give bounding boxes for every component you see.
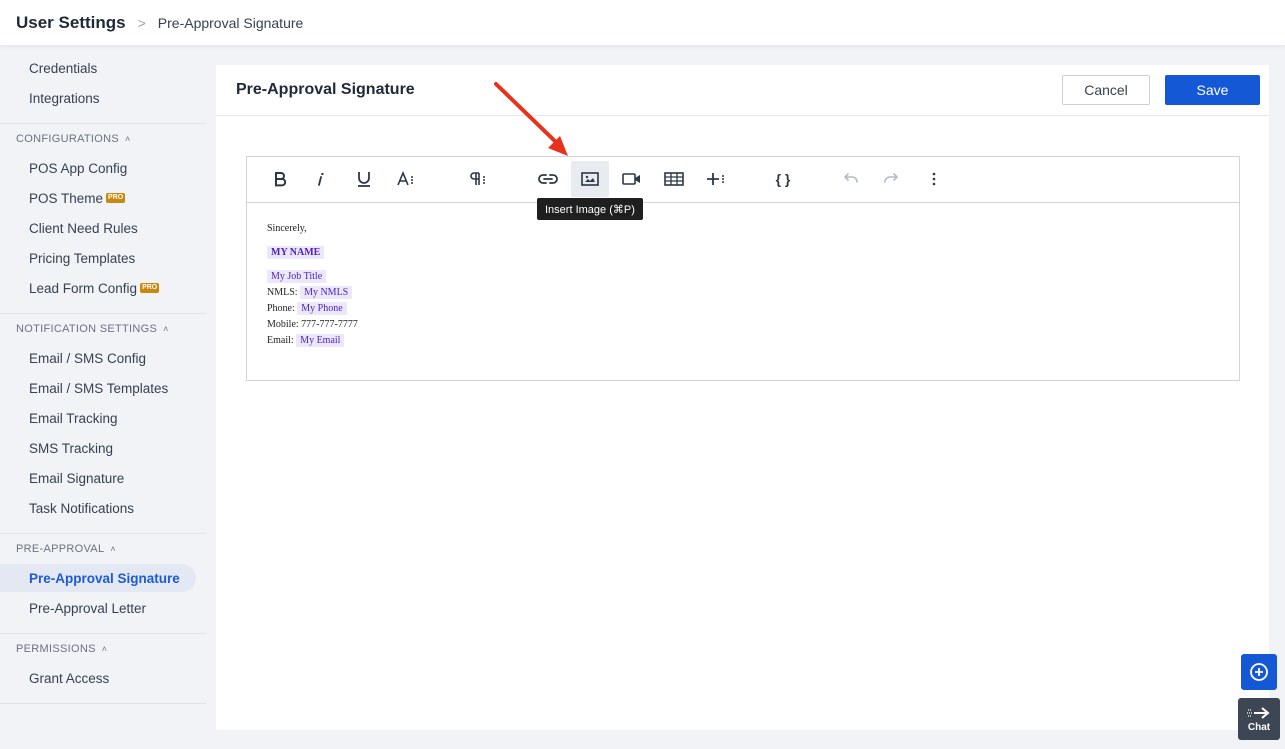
sidebar-item-email-tracking[interactable]: Email Tracking xyxy=(0,404,196,432)
sidebar-item-pre-approval-signature[interactable]: Pre-Approval Signature xyxy=(0,564,196,592)
chevron-up-icon: ˄ xyxy=(163,324,169,334)
chat-button[interactable]: Chat xyxy=(1238,698,1280,740)
editor-toolbar: { } xyxy=(247,157,1239,203)
panel-title: Pre-Approval Signature xyxy=(236,81,415,98)
job-title-placeholder-tag[interactable]: My Job Title xyxy=(267,270,327,283)
sidebar-divider xyxy=(0,123,206,124)
sidebar-divider xyxy=(0,313,206,314)
breadcrumb-current: Pre-Approval Signature xyxy=(157,14,304,31)
sidebar-item-label: Email / SMS Templates xyxy=(29,380,169,396)
sidebar-item-label: Credentials xyxy=(29,60,98,76)
breadcrumb-separator: > xyxy=(137,14,146,31)
section-heading-configurations[interactable]: CONFIGURATIONS ˄ xyxy=(16,133,131,145)
sidebar-item-credentials[interactable]: Credentials xyxy=(0,54,196,82)
phone-placeholder-tag[interactable]: My Phone xyxy=(297,302,347,315)
sidebar-item-pricing-templates[interactable]: Pricing Templates xyxy=(0,244,196,272)
sidebar-item-email-sms-templates[interactable]: Email / SMS Templates xyxy=(0,374,196,402)
sidebar-item-task-notifications[interactable]: Task Notifications xyxy=(0,494,196,522)
sidebar-item-grant-access[interactable]: Grant Access xyxy=(0,664,196,692)
section-heading-label: PERMISSIONS xyxy=(16,643,96,655)
pro-badge: PRO xyxy=(140,283,160,293)
add-floating-button[interactable] xyxy=(1241,654,1277,690)
sidebar-item-label: Grant Access xyxy=(29,670,110,686)
sidebar-item-label: Integrations xyxy=(29,90,100,106)
sidebar-item-email-sms-config[interactable]: Email / SMS Config xyxy=(0,344,196,372)
sidebar-item-label: Pre-Approval Signature xyxy=(29,570,180,586)
sidebar-item-label: Client Need Rules xyxy=(29,220,138,236)
bold-icon[interactable] xyxy=(261,161,299,197)
video-icon[interactable] xyxy=(613,161,651,197)
chevron-up-icon: ˄ xyxy=(101,644,108,654)
email-placeholder-tag[interactable]: My Email xyxy=(296,334,345,347)
sidebar-item-label: SMS Tracking xyxy=(29,440,114,456)
tooltip-insert-image: Insert Image (⌘P) xyxy=(537,198,643,220)
chat-arrow-icon xyxy=(1247,707,1270,719)
pro-badge: PRO xyxy=(106,193,126,203)
sidebar-item-label: Task Notifications xyxy=(29,500,135,516)
chevron-up-icon: ˄ xyxy=(110,544,116,554)
section-heading-label: NOTIFICATION SETTINGS xyxy=(16,323,158,335)
undo-icon[interactable] xyxy=(831,161,869,197)
page-title: User Settings xyxy=(16,12,126,32)
sidebar-item-label: Email / SMS Config xyxy=(29,350,147,366)
main-panel: Pre-Approval Signature Cancel Save {} I… xyxy=(216,65,1269,730)
plus-circle-icon xyxy=(1250,663,1268,681)
redo-icon[interactable] xyxy=(873,161,911,197)
sidebar-item-pos-app-config[interactable]: POS App Config xyxy=(0,154,196,182)
email-label: Email: xyxy=(267,335,294,346)
more-vertical-icon[interactable] xyxy=(915,161,953,197)
section-heading-notification-settings[interactable]: NOTIFICATION SETTINGS ˄ xyxy=(16,323,169,335)
nmls-label: NMLS: xyxy=(267,287,298,298)
sidebar-item-lead-form-config[interactable]: Lead Form Config PRO xyxy=(0,274,196,302)
mobile-line: Mobile: 777-777-7777 xyxy=(267,319,358,330)
chevron-up-icon: ˄ xyxy=(125,134,131,144)
cancel-button[interactable]: Cancel xyxy=(1062,75,1150,105)
table-icon[interactable] xyxy=(655,161,693,197)
sidebar-divider xyxy=(0,703,206,704)
annotation-arrow-icon xyxy=(494,82,568,156)
rich-text-editor[interactable]: { } Insert Image (⌘P) Sincerely, MY NAME… xyxy=(246,156,1240,381)
code-braces-icon[interactable]: { } xyxy=(764,161,802,197)
sidebar-divider xyxy=(0,533,206,534)
sidebar-item-label: POS App Config xyxy=(29,160,128,176)
sidebar-item-label: POS Theme xyxy=(29,190,104,206)
name-placeholder-tag[interactable]: MY NAME xyxy=(267,246,325,259)
sidebar-item-label: Email Signature xyxy=(29,470,125,486)
section-heading-permissions[interactable]: PERMISSIONS ˄ xyxy=(16,643,107,655)
italic-icon[interactable] xyxy=(303,161,341,197)
font-size-icon[interactable] xyxy=(387,161,425,197)
sidebar-item-label: Pricing Templates xyxy=(29,250,136,266)
sidebar-item-label: Lead Form Config xyxy=(29,280,138,296)
sidebar-item-label: Pre-Approval Letter xyxy=(29,600,147,616)
section-heading-label: CONFIGURATIONS xyxy=(16,133,119,145)
section-heading-label: PRE-APPROVAL xyxy=(16,543,105,555)
sidebar-item-integrations[interactable]: Integrations xyxy=(0,84,196,112)
sidebar-item-client-need-rules[interactable]: Client Need Rules xyxy=(0,214,196,242)
insert-more-icon[interactable] xyxy=(697,161,735,197)
sidebar-item-email-signature[interactable]: Email Signature xyxy=(0,464,196,492)
section-heading-pre-approval[interactable]: PRE-APPROVAL ˄ xyxy=(16,543,116,555)
panel-header: Pre-Approval Signature Cancel Save xyxy=(216,65,1269,116)
nmls-placeholder-tag[interactable]: My NMLS xyxy=(300,286,353,299)
closing-text: Sincerely, xyxy=(267,223,307,234)
save-button[interactable]: Save xyxy=(1165,75,1260,105)
sidebar-item-sms-tracking[interactable]: SMS Tracking xyxy=(0,434,196,462)
sidebar-item-pos-theme[interactable]: POS Theme PRO xyxy=(0,184,196,212)
top-bar: User Settings > Pre-Approval Signature xyxy=(0,0,1285,45)
sidebar: Credentials Integrations CONFIGURATIONS ˄… xyxy=(0,45,206,749)
sidebar-item-pre-approval-letter[interactable]: Pre-Approval Letter xyxy=(0,594,196,622)
chat-label: Chat xyxy=(1247,722,1271,733)
underline-icon[interactable] xyxy=(345,161,383,197)
sidebar-divider xyxy=(0,633,206,634)
phone-label: Phone: xyxy=(267,303,295,314)
sidebar-item-label: Email Tracking xyxy=(29,410,118,426)
